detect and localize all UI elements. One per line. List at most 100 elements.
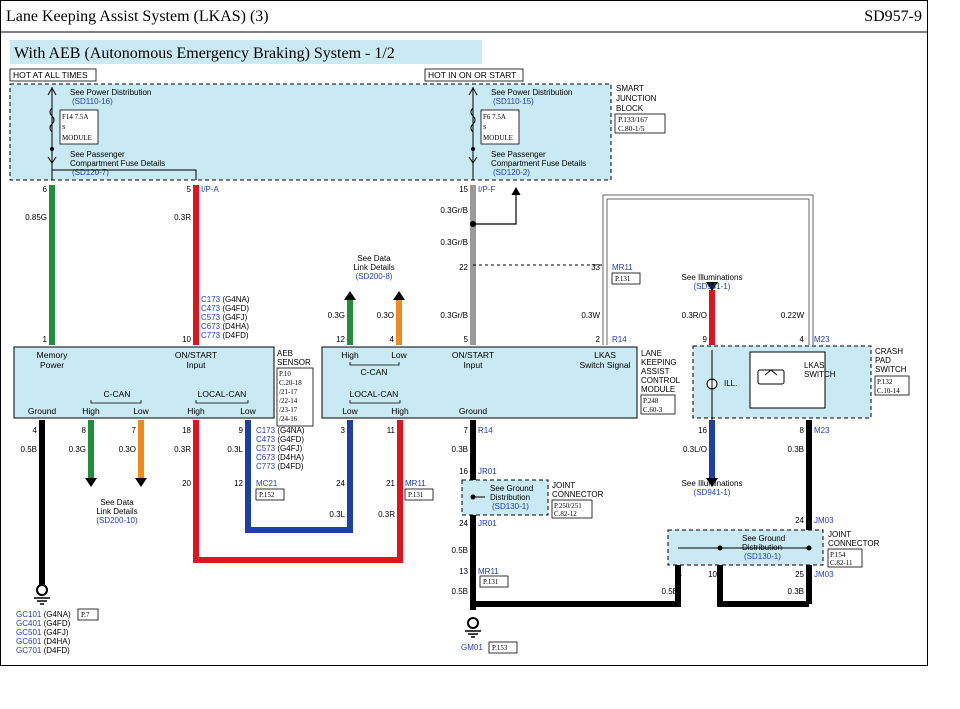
svg-text:C673 (D4HA): C673 (D4HA) — [256, 453, 304, 462]
svg-text:0.5B: 0.5B — [662, 587, 678, 596]
svg-text:CRASH: CRASH — [875, 347, 903, 356]
see-power-left: See Power Distribution — [70, 88, 151, 97]
svg-text:C.82-12: C.82-12 — [554, 510, 577, 518]
svg-text:P.131: P.131 — [615, 275, 631, 283]
svg-text:PAD: PAD — [875, 356, 891, 365]
svg-text:Input: Input — [187, 360, 207, 370]
svg-text:13: 13 — [459, 567, 468, 576]
svg-text:LKAS: LKAS — [804, 361, 824, 370]
svg-text:5: 5 — [464, 335, 469, 344]
svg-text:2: 2 — [596, 335, 601, 344]
svg-text:GC101 (G4NA): GC101 (G4NA) — [16, 610, 71, 619]
svg-text:High: High — [391, 406, 409, 416]
svg-text:7: 7 — [132, 426, 137, 435]
svg-text:8: 8 — [82, 426, 87, 435]
svg-text:12: 12 — [234, 479, 243, 488]
svg-text:0.3O: 0.3O — [119, 445, 136, 454]
svg-text:P.132: P.132 — [877, 378, 893, 386]
data-link-ref-top[interactable]: (SD200-8) — [356, 272, 393, 281]
svg-text:0.5B: 0.5B — [21, 445, 37, 454]
svg-text:M23: M23 — [814, 426, 830, 435]
svg-text:Low: Low — [240, 406, 256, 416]
svg-text:C173 (G4NA): C173 (G4NA) — [201, 295, 250, 304]
svg-text:0.5B: 0.5B — [452, 587, 468, 596]
svg-text:16: 16 — [698, 426, 707, 435]
svg-text:Compartment Fuse Details: Compartment Fuse Details — [70, 159, 165, 168]
pass-ref-left[interactable]: (SD120-7) — [72, 168, 109, 177]
svg-text:Link Details: Link Details — [96, 507, 137, 516]
svg-text:0.3O: 0.3O — [377, 311, 394, 320]
svg-text:24: 24 — [459, 519, 468, 528]
svg-text:25: 25 — [795, 570, 804, 579]
svg-text:0.3L/O: 0.3L/O — [683, 445, 707, 454]
sjb-name-2: JUNCTION — [616, 94, 657, 103]
svg-text:GC401 (G4FD): GC401 (G4FD) — [16, 619, 71, 628]
svg-text:4: 4 — [33, 426, 38, 435]
wiring-diagram: Lane Keeping Assist System (LKAS) (3) SD… — [0, 0, 928, 666]
svg-text:I/P-A: I/P-A — [201, 185, 219, 194]
svg-text:High: High — [187, 406, 205, 416]
svg-text:LKAS: LKAS — [594, 350, 616, 360]
svg-text:/23-17: /23-17 — [279, 406, 298, 414]
power-ref-right[interactable]: (SD110-15) — [493, 97, 534, 106]
svg-text:0.3Gr/B: 0.3Gr/B — [440, 238, 468, 247]
svg-text:C173 (G4NA): C173 (G4NA) — [256, 426, 305, 435]
page-code: SD957-9 — [864, 8, 922, 25]
svg-text:Ground: Ground — [459, 406, 488, 416]
svg-text:Low: Low — [133, 406, 149, 416]
hot-in-on-label: HOT IN ON OR START — [428, 70, 516, 80]
svg-text:C473 (G4FD): C473 (G4FD) — [256, 435, 304, 444]
svg-text:Distribution: Distribution — [490, 493, 530, 502]
svg-text:12: 12 — [336, 335, 345, 344]
svg-text:/24-16: /24-16 — [279, 415, 298, 423]
svg-text:22: 22 — [459, 263, 468, 272]
svg-text:Low: Low — [391, 350, 407, 360]
svg-text:Power: Power — [40, 360, 64, 370]
svg-text:0.3R: 0.3R — [174, 213, 191, 222]
svg-text:24: 24 — [795, 516, 804, 525]
svg-text:R14: R14 — [612, 335, 627, 344]
svg-text:3: 3 — [341, 426, 346, 435]
illum-ref-bottom[interactable]: (SD941-1) — [694, 488, 731, 497]
ground-codes: GC101 (G4NA) GC401 (G4FD) GC501 (G4FJ) G… — [16, 610, 71, 655]
svg-text:Compartment Fuse Details: Compartment Fuse Details — [491, 159, 586, 168]
svg-text:See Illuminations: See Illuminations — [682, 479, 743, 488]
svg-text:GC601 (D4HA): GC601 (D4HA) — [16, 637, 71, 646]
svg-text:0.22W: 0.22W — [781, 311, 805, 320]
sjb-name-3: BLOCK — [616, 104, 644, 113]
subtitle: With AEB (Autonomous Emergency Braking) … — [14, 45, 395, 62]
svg-text:7: 7 — [464, 426, 469, 435]
svg-text:P.154: P.154 — [830, 551, 846, 559]
svg-text:SWITCH: SWITCH — [875, 365, 907, 374]
illum-ref-top[interactable]: (SD941-1) — [694, 282, 731, 291]
svg-text:See Passenger: See Passenger — [70, 150, 125, 159]
data-link-ref-bottom[interactable]: (SD200-10) — [96, 516, 138, 525]
svg-text:0.3Gr/B: 0.3Gr/B — [440, 311, 468, 320]
svg-text:Distribution: Distribution — [742, 543, 782, 552]
svg-text:Switch Signal: Switch Signal — [579, 360, 630, 370]
pass-ref-right[interactable]: (SD120-2) — [493, 168, 530, 177]
svg-text:0.3R: 0.3R — [378, 510, 395, 519]
svg-text:C.20-18: C.20-18 — [279, 379, 302, 387]
svg-text:LANE: LANE — [641, 349, 662, 358]
svg-text:MC21: MC21 — [256, 479, 278, 488]
svg-text:0.3G: 0.3G — [69, 445, 86, 454]
svg-text:Low: Low — [342, 406, 358, 416]
svg-text:S: S — [62, 125, 65, 131]
svg-text:KEEPING: KEEPING — [641, 358, 677, 367]
svg-text:C.10-14: C.10-14 — [877, 387, 900, 395]
svg-text:C-CAN: C-CAN — [361, 367, 388, 377]
svg-text:CONNECTOR: CONNECTOR — [828, 539, 880, 548]
svg-text:C.82-11: C.82-11 — [830, 559, 853, 567]
svg-text:JM03: JM03 — [814, 516, 834, 525]
svg-text:(SD130-1)[interactable]: (SD130-1) — [492, 502, 529, 511]
svg-text:(SD130-1)[interactable]: (SD130-1) — [744, 552, 781, 561]
svg-text:See Passenger: See Passenger — [491, 150, 546, 159]
svg-text:P.131: P.131 — [408, 491, 424, 499]
svg-text:0.3Gr/B: 0.3Gr/B — [440, 206, 468, 215]
svg-text:See Power Distribution: See Power Distribution — [491, 88, 572, 97]
svg-text:MR11: MR11 — [405, 479, 426, 488]
svg-text:Input: Input — [464, 360, 484, 370]
svg-text:See Ground: See Ground — [742, 534, 785, 543]
power-ref-left[interactable]: (SD110-16) — [72, 97, 113, 106]
